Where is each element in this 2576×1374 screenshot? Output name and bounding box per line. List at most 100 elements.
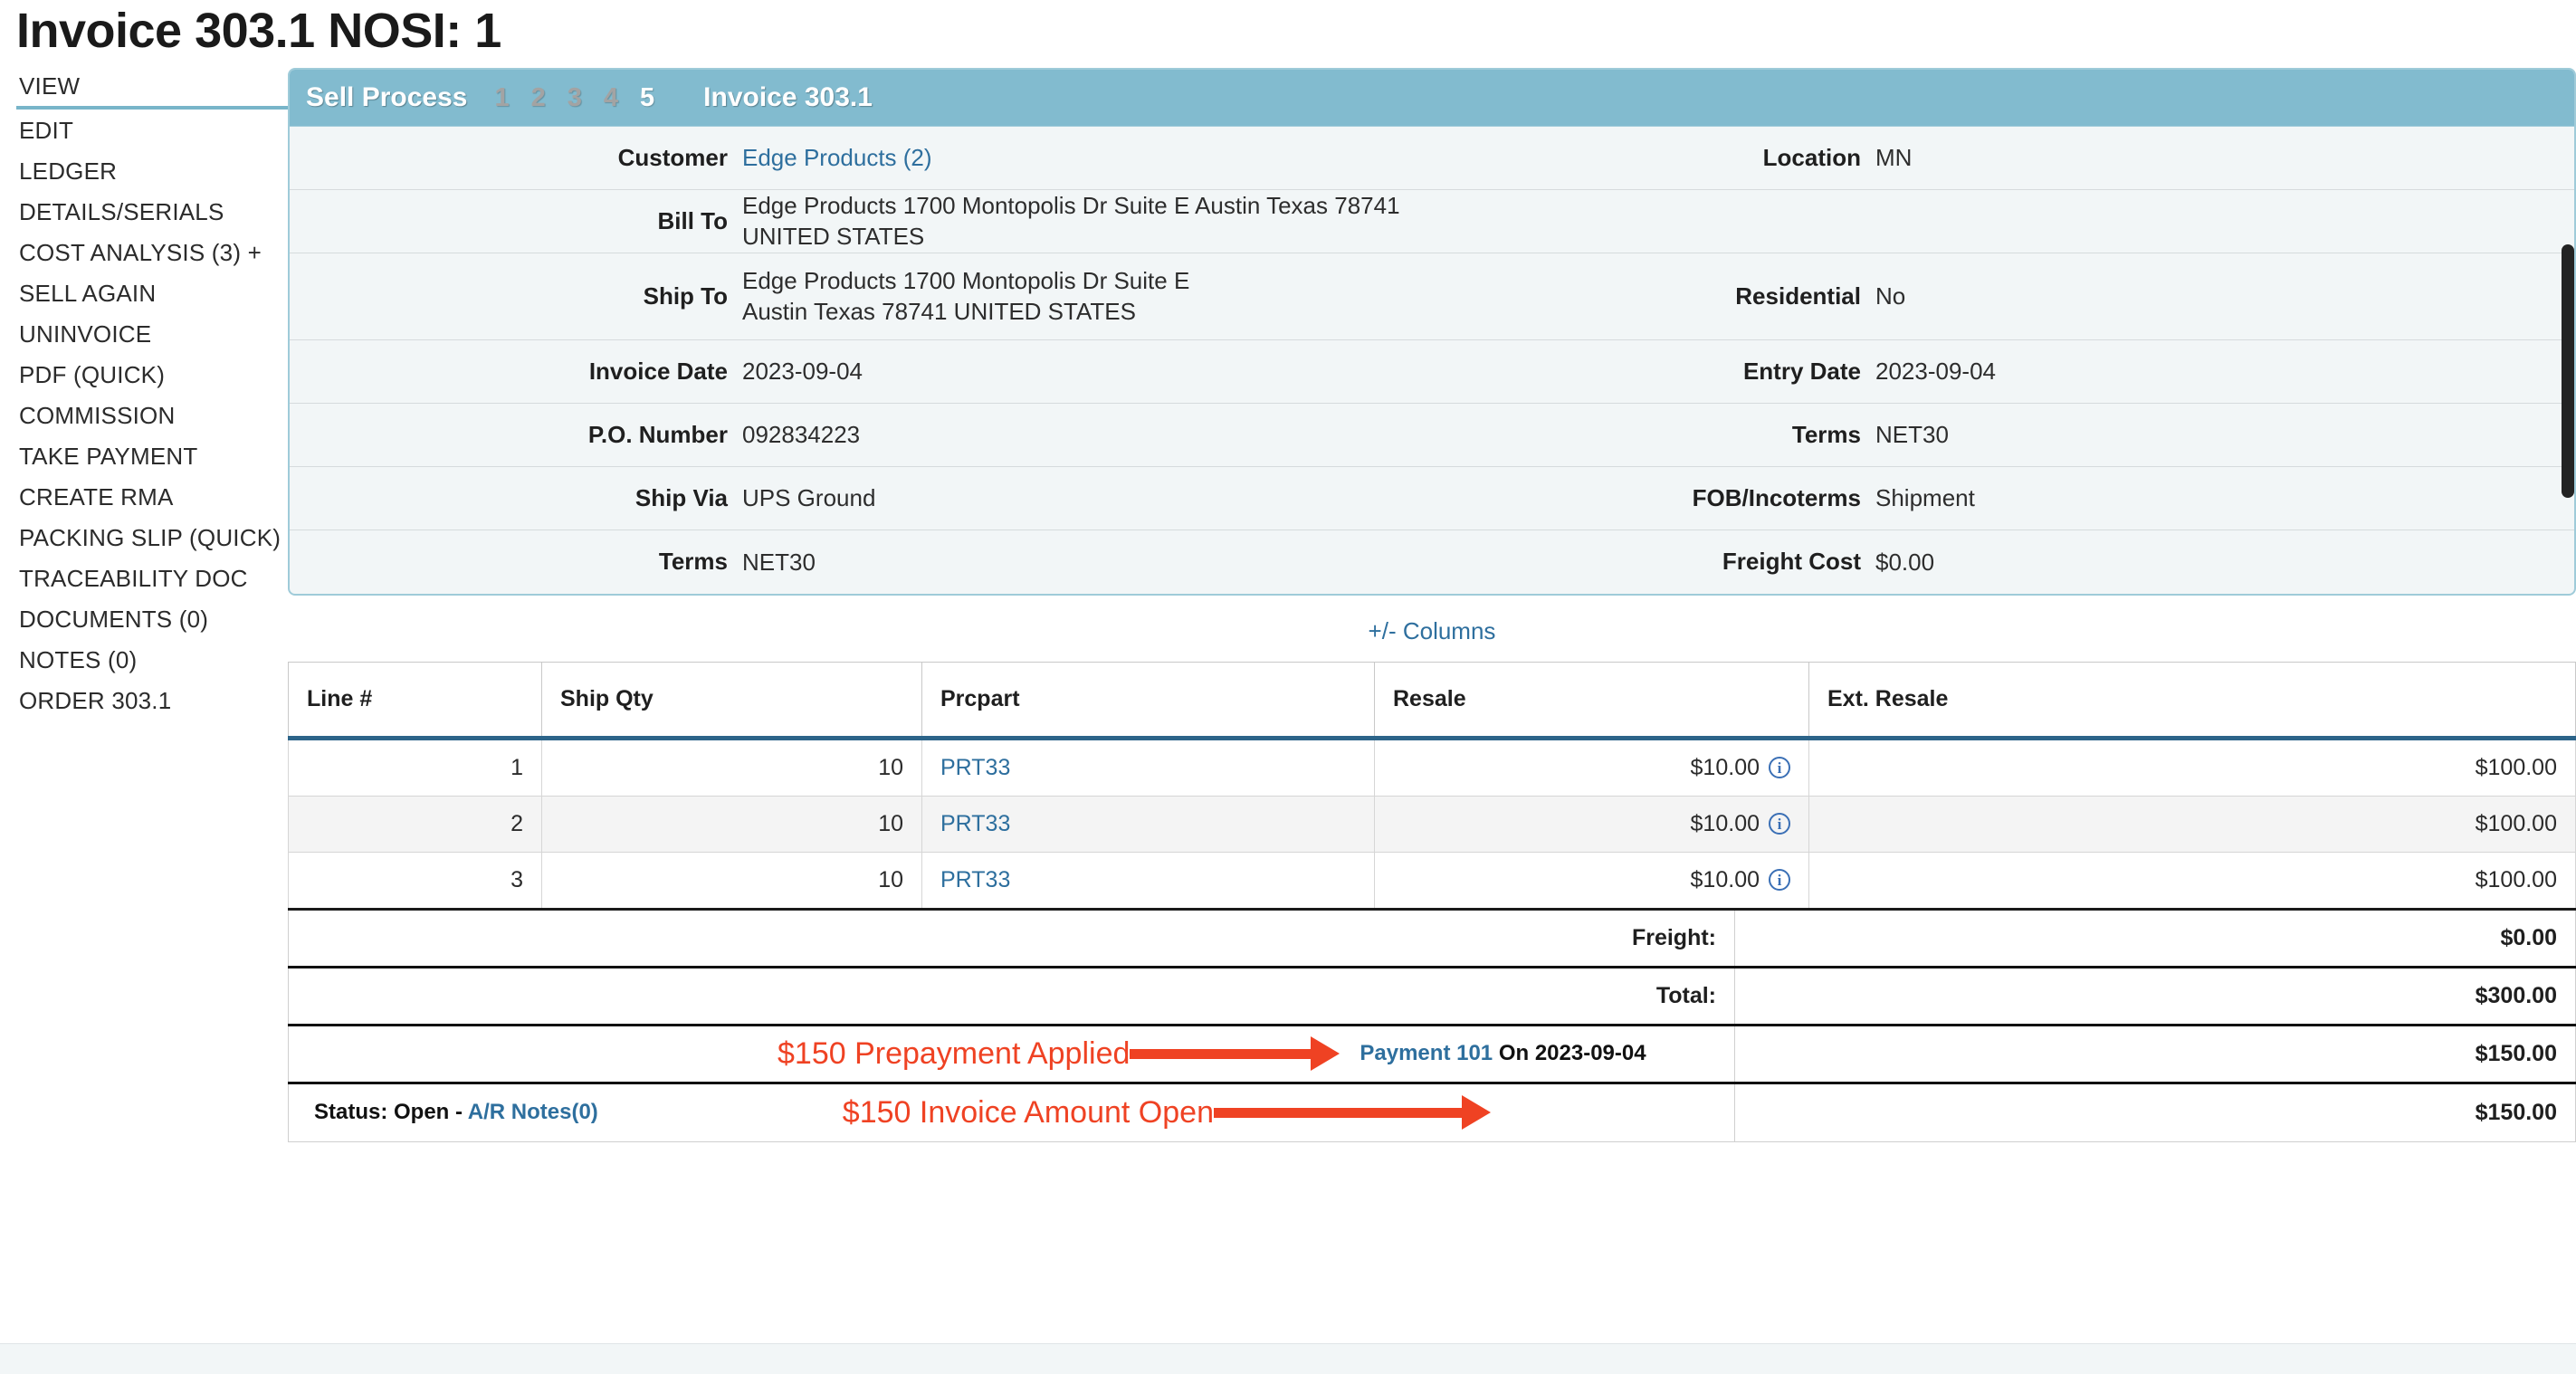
sidebar-item-traceability-doc[interactable]: TRACEABILITY DOC [16,565,288,598]
field-value: MN [1875,142,1912,173]
field-label: Location [1432,144,1875,172]
sidebar-item-order-303-1[interactable]: ORDER 303.1 [16,687,288,720]
sell-process-step-4[interactable]: 4 [604,83,618,113]
sidebar-item-view[interactable]: VIEW [16,72,288,110]
field-value: Edge Products 1700 Montopolis Dr Suite E… [742,190,1432,253]
field-value: UPS Ground [742,482,875,513]
field-label: Entry Date [1432,358,1875,386]
panel-invoice-label: Invoice 303.1 [703,82,873,113]
sell-process-step-1[interactable]: 1 [494,83,509,113]
sidebar-item-edit[interactable]: EDIT [16,117,288,150]
scrollbar-thumb[interactable] [2562,244,2574,498]
prepayment-note-text: $150 Prepayment Applied [778,1036,1130,1072]
field-right: LocationMN [1432,127,2574,189]
field-value[interactable]: Edge Products (2) [742,142,932,173]
info-circle-icon[interactable]: i [1769,757,1790,778]
header-row: Line # Ship Qty Prcpart Resale Ext. Resa… [289,662,2576,738]
sidebar-item-notes-0[interactable]: NOTES (0) [16,646,288,680]
field-value: Edge Products 1700 Montopolis Dr Suite E… [742,265,1189,328]
sidebar-item-cost-analysis-3[interactable]: COST ANALYSIS (3) + [16,239,288,272]
content-column: Sell Process 12345 Invoice 303.1 Custome… [288,57,2576,1142]
field-label: Ship Via [290,484,742,512]
field-value: No [1875,281,1905,311]
field-label: Residential [1432,282,1875,310]
part-link[interactable]: PRT33 [940,867,1010,892]
sidebar-item-packing-slip-quick[interactable]: PACKING SLIP (QUICK) [16,524,288,558]
field-right [1432,190,2574,253]
info-circle-icon[interactable]: i [1769,813,1790,835]
invoice-field-rows: CustomerEdge Products (2)LocationMNBill … [290,127,2574,594]
column-header-resale[interactable]: Resale [1375,662,1809,738]
sell-process-step-3[interactable]: 3 [568,83,582,113]
field-left: Invoice Date2023-09-04 [290,340,1432,403]
invoice-status: Status: Open - A/R Notes(0) [289,1100,598,1125]
field-row: Invoice Date2023-09-04Entry Date2023-09-… [290,340,2574,404]
field-label: P.O. Number [290,421,742,449]
page-scrollbar[interactable] [2560,0,2576,1374]
sidebar-item-uninvoice[interactable]: UNINVOICE [16,320,288,354]
field-row: TermsNET30Freight Cost$0.00 [290,530,2574,594]
line-items-table: Line # Ship Qty Prcpart Resale Ext. Resa… [288,662,2576,911]
sidebar-item-sell-again[interactable]: SELL AGAIN [16,280,288,313]
field-left: Ship ToEdge Products 1700 Montopolis Dr … [290,253,1432,339]
cell-line-number: 1 [289,738,542,796]
field-label: Ship To [290,282,742,310]
part-link[interactable]: PRT33 [940,755,1010,780]
field-left: TermsNET30 [290,530,1432,594]
column-header-line[interactable]: Line # [289,662,542,738]
field-label: Bill To [290,207,742,235]
resale-wrapper: $10.00i [1393,867,1790,893]
field-left: P.O. Number092834223 [290,404,1432,466]
field-label: Invoice Date [290,358,742,386]
column-header-prcpart[interactable]: Prcpart [922,662,1375,738]
open-note-text: $150 Invoice Amount Open [843,1095,1214,1131]
prepayment-value: $150.00 [1734,1026,2576,1082]
cell-prcpart: PRT33 [922,852,1375,909]
cell-ext-resale: $100.00 [1809,796,2576,852]
total-row: Total: $300.00 [288,968,2576,1026]
prepayment-row: $150 Prepayment Applied Payment 101 On 2… [288,1026,2576,1084]
payment-link[interactable]: Payment 101 [1360,1041,1493,1065]
sidebar-item-details-serials[interactable]: DETAILS/SERIALS [16,198,288,232]
status-prefix: Status: Open - [314,1100,468,1124]
sidebar-item-commission[interactable]: COMMISSION [16,402,288,435]
toggle-columns-link[interactable]: +/- Columns [1369,617,1496,644]
cell-prcpart: PRT33 [922,796,1375,852]
sidebar-item-pdf-quick[interactable]: PDF (QUICK) [16,361,288,395]
info-circle-icon[interactable]: i [1769,869,1790,891]
prepayment-annotation: $150 Prepayment Applied Payment 101 On 2… [289,1036,1716,1072]
cell-resale: $10.00i [1375,852,1809,909]
bottom-strip [0,1343,2576,1374]
field-row: CustomerEdge Products (2)LocationMN [290,127,2574,190]
amount-open-value: $150.00 [1734,1084,2576,1141]
amount-open-annotation-cell: Status: Open - A/R Notes(0) $150 Invoice… [288,1084,1734,1141]
field-row: Ship ViaUPS Ground FOB/IncotermsShipment [290,467,2574,530]
column-header-ext-resale[interactable]: Ext. Resale [1809,662,2576,738]
field-value: NET30 [742,547,816,577]
amount-open-arrow-icon [1214,1099,1491,1126]
sidebar-item-ledger[interactable]: LEDGER [16,157,288,191]
sell-process-step-5[interactable]: 5 [640,83,654,113]
resale-wrapper: $10.00 i [1393,755,1790,781]
field-row: Bill ToEdge Products 1700 Montopolis Dr … [290,190,2574,253]
line-items-header: Line # Ship Qty Prcpart Resale Ext. Resa… [289,662,2576,738]
field-value: Shipment [1875,482,1975,513]
sell-process-title: Sell Process [306,82,467,113]
cell-ship-qty: 10 [542,852,922,909]
sell-process-steps: 12345 [494,83,676,113]
sell-process-step-2[interactable]: 2 [531,83,546,113]
column-header-ship-qty[interactable]: Ship Qty [542,662,922,738]
freight-value: $0.00 [1734,911,2576,966]
field-value: 092834223 [742,419,860,450]
resale-value: $10.00 [1691,755,1760,781]
field-right: TermsNET30 [1432,404,2574,466]
part-link[interactable]: PRT33 [940,811,1010,836]
field-right: ResidentialNo [1432,253,2574,339]
field-right: FOB/IncotermsShipment [1432,467,2574,530]
sidebar-item-documents-0[interactable]: DOCUMENTS (0) [16,606,288,639]
ar-notes-link[interactable]: A/R Notes(0) [468,1100,598,1124]
sidebar-item-take-payment[interactable]: TAKE PAYMENT [16,443,288,476]
field-left: Bill ToEdge Products 1700 Montopolis Dr … [290,190,1432,253]
table-row: 110PRT33$10.00i$100.00 [289,738,2576,796]
sidebar-item-create-rma[interactable]: CREATE RMA [16,483,288,517]
